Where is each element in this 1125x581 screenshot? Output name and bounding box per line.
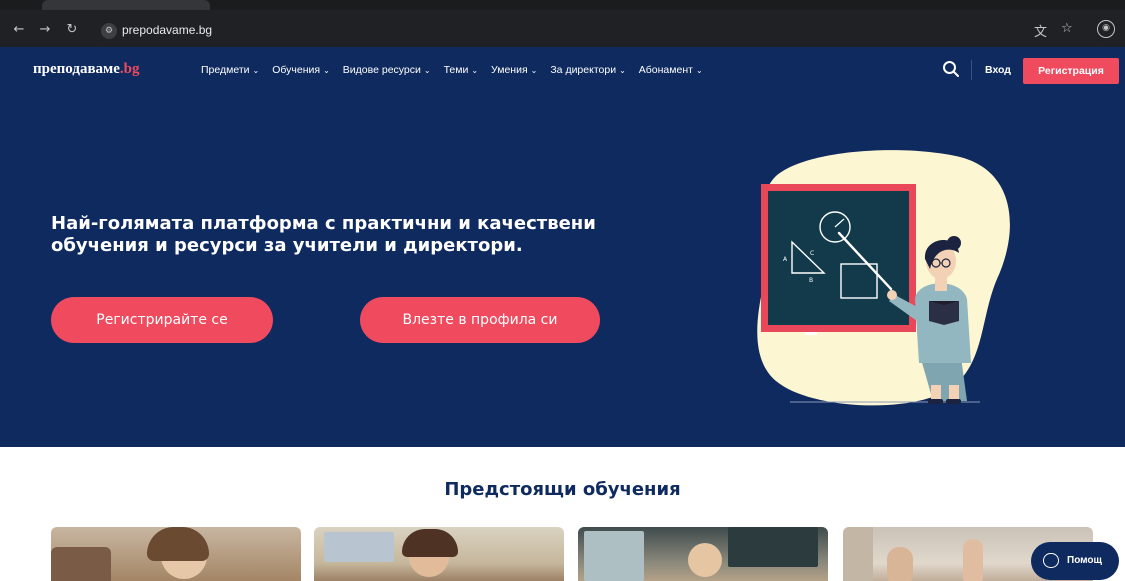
card-photo-person	[688, 543, 722, 577]
register-button[interactable]: Регистрация	[1023, 58, 1119, 84]
main-menu: Предмети ⌄ Обучения ⌄ Видове ресурси ⌄ Теми…	[201, 64, 703, 76]
tab-strip	[0, 0, 1125, 10]
chevron-down-icon: ⌄	[695, 66, 703, 75]
nav-divider	[971, 60, 972, 80]
menu-item-resource-types[interactable]: Видове ресурси ⌄	[343, 64, 431, 76]
login-cta-button[interactable]: Влезте в профила си	[360, 297, 600, 343]
search-icon[interactable]	[941, 59, 961, 79]
chevron-down-icon: ⌄	[323, 66, 330, 75]
menu-item-trainings[interactable]: Обучения ⌄	[272, 64, 330, 76]
logo-text: преподаваме	[33, 61, 120, 77]
menu-item-skills[interactable]: Умения ⌄	[491, 64, 537, 76]
card-photo-hand	[963, 539, 983, 581]
svg-text:C: C	[810, 250, 814, 257]
address-bar[interactable]: ⚙ prepodavame.bg 文 ☆	[93, 17, 1101, 45]
browser-toolbar: ← → ↻ ⚙ prepodavame.bg 文 ☆ ◉	[0, 16, 1125, 46]
website: преподаваме.bg Предмети ⌄ Обучения ⌄ Видов…	[0, 47, 1125, 581]
forward-icon[interactable]: →	[34, 19, 56, 41]
menu-label: Предмети	[201, 64, 250, 76]
menu-item-subscription[interactable]: Абонамент ⌄	[639, 64, 703, 76]
reload-icon[interactable]: ↻	[61, 19, 83, 41]
back-icon[interactable]: ←	[8, 19, 30, 41]
menu-label: Обучения	[272, 64, 321, 76]
chevron-down-icon: ⌄	[471, 66, 479, 75]
upcoming-trainings-title: Предстоящи обучения	[444, 479, 681, 500]
chevron-down-icon: ⌄	[423, 66, 431, 75]
chevron-down-icon: ⌄	[619, 66, 626, 75]
translate-icon[interactable]: 文	[1034, 21, 1047, 40]
card-photo-detail	[324, 532, 394, 562]
site-logo[interactable]: преподаваме.bg	[33, 61, 140, 78]
svg-text:B: B	[809, 277, 813, 284]
site-settings-icon[interactable]: ⚙	[101, 23, 117, 39]
card-photo-window	[584, 531, 644, 581]
url-text[interactable]: prepodavame.bg	[122, 23, 212, 37]
hero-title-line-1: Най-голямата платформа с практични и кач…	[51, 213, 596, 234]
help-button[interactable]: Помощ	[1031, 542, 1119, 580]
browser-chrome: ← → ↻ ⚙ prepodavame.bg 文 ☆ ◉	[0, 0, 1125, 47]
logo-tld: .bg	[119, 61, 140, 77]
chat-bubble-icon	[1043, 553, 1059, 568]
menu-label: Умения	[491, 64, 528, 76]
teacher-illustration: A B C	[757, 150, 1010, 406]
menu-item-principals[interactable]: За директори ⌄	[550, 64, 625, 76]
card-photo-detail	[728, 527, 818, 567]
card-photo-detail	[51, 547, 111, 581]
training-card[interactable]	[314, 527, 564, 581]
browser-tab[interactable]	[42, 0, 210, 10]
menu-item-topics[interactable]: Теми ⌄	[444, 64, 478, 76]
site-navbar: преподаваме.bg Предмети ⌄ Обучения ⌄ Видов…	[0, 47, 1125, 95]
login-link[interactable]: Вход	[985, 64, 1011, 76]
hero-title-line-2: обучения и ресурси за учители и директор…	[51, 235, 523, 256]
card-photo-detail	[843, 527, 873, 581]
menu-item-subjects[interactable]: Предмети ⌄	[201, 64, 259, 76]
training-card[interactable]	[578, 527, 828, 581]
menu-label: Теми	[443, 64, 469, 76]
menu-label: Абонамент	[638, 64, 693, 76]
card-photo-hand	[887, 547, 913, 581]
bookmark-star-icon[interactable]: ☆	[1061, 21, 1073, 36]
chevron-down-icon: ⌄	[252, 66, 260, 75]
menu-label: Видове ресурси	[342, 64, 421, 76]
hero-title: Най-голямата платформа с практични и кач…	[51, 213, 651, 257]
menu-label: За директори	[550, 64, 617, 76]
hero-section: преподаваме.bg Предмети ⌄ Обучения ⌄ Видов…	[0, 47, 1125, 447]
card-photo-hair	[147, 527, 209, 561]
chevron-down-icon: ⌄	[530, 66, 538, 75]
help-label: Помощ	[1067, 555, 1102, 566]
register-cta-button[interactable]: Регистрирайте се	[51, 297, 273, 343]
profile-icon[interactable]: ◉	[1097, 20, 1115, 38]
training-card[interactable]	[51, 527, 301, 581]
card-photo-hair	[402, 529, 458, 557]
